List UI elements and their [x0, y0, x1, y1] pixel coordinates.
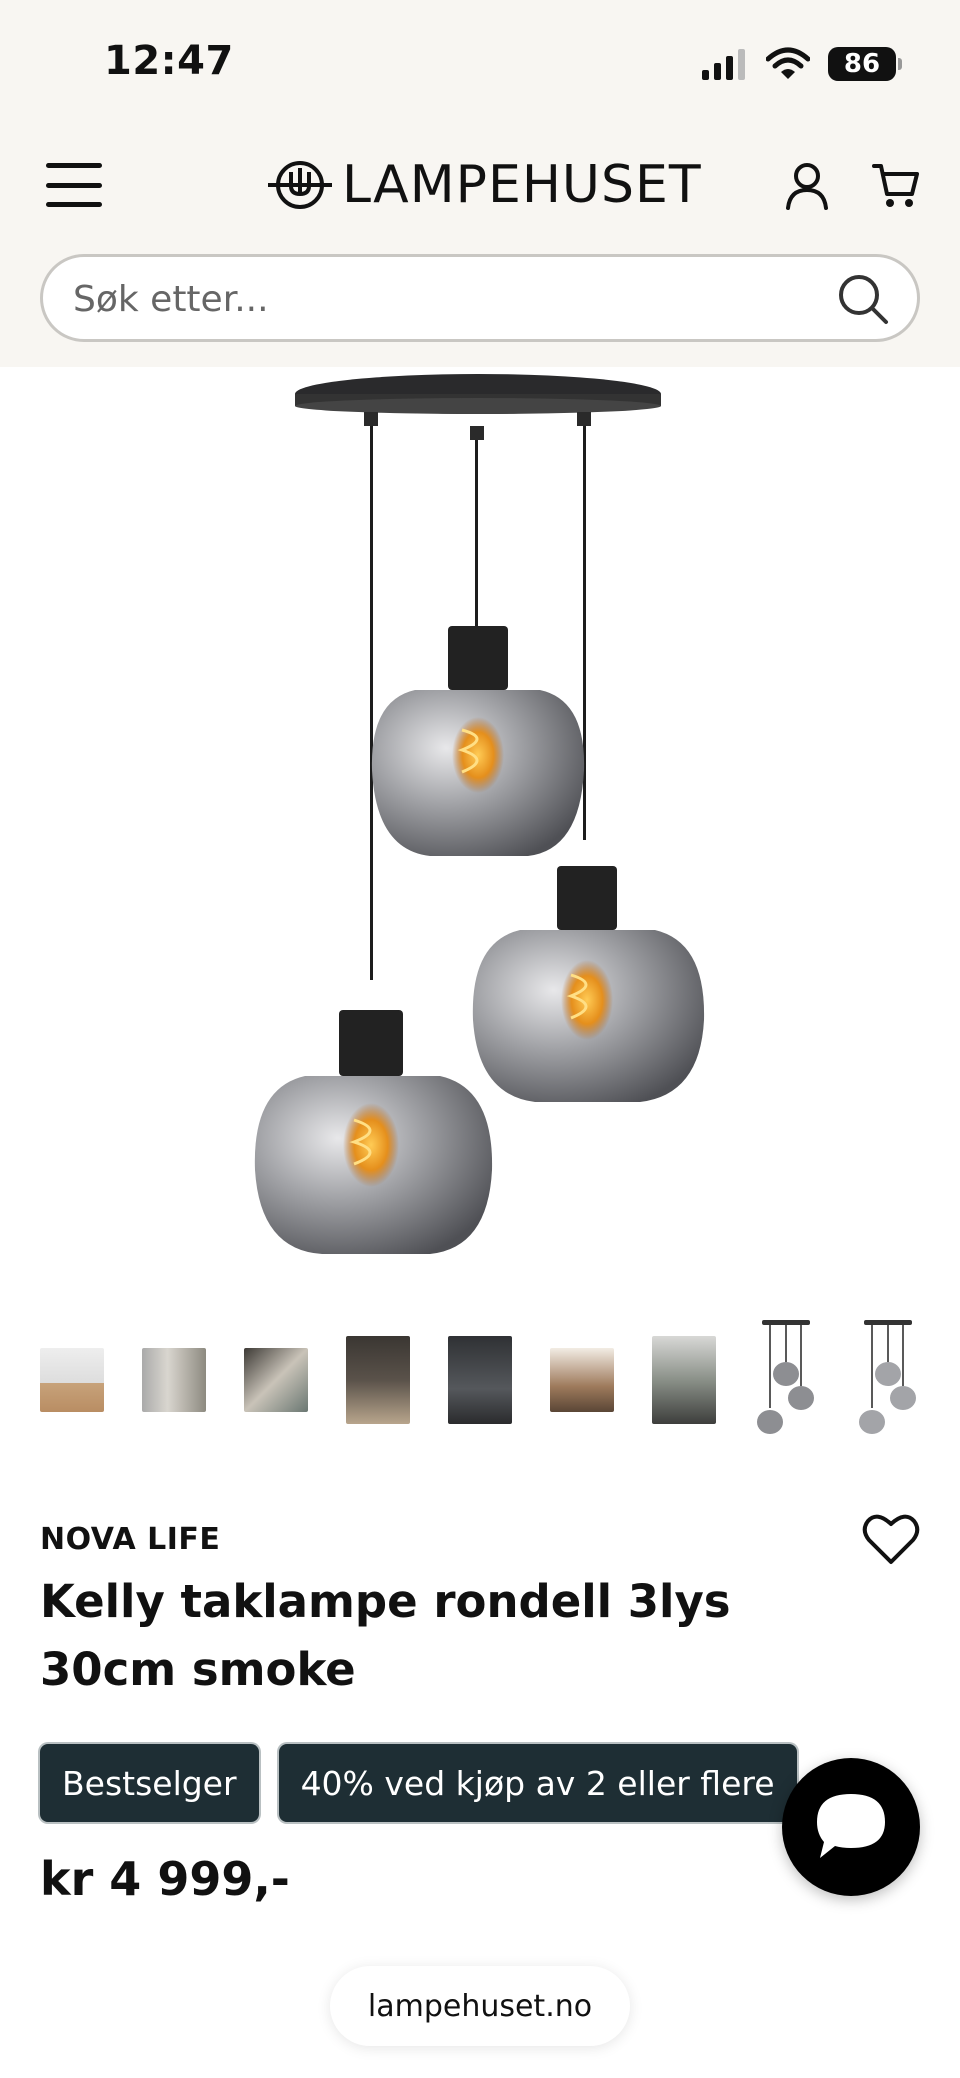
chat-icon: [817, 1794, 885, 1858]
thumbnail-8[interactable]: [754, 1318, 818, 1442]
menu-icon-line: [46, 182, 102, 188]
menu-button[interactable]: [46, 160, 102, 210]
product-main-image[interactable]: [230, 370, 730, 1270]
site-logo[interactable]: LAMPEHUSET: [268, 158, 702, 212]
wifi-icon: [766, 47, 810, 79]
product-title: Kelly taklampe rondell 3lys 30cm smoke: [40, 1575, 731, 1696]
status-time: 12:47: [104, 38, 234, 84]
logo-text: LAMPEHUSET: [342, 155, 702, 215]
product-brand[interactable]: NOVA LIFE: [40, 1522, 220, 1557]
thumbnail-1[interactable]: [40, 1348, 104, 1412]
thumbnail-5[interactable]: [448, 1336, 512, 1424]
menu-icon-line: [46, 202, 102, 207]
product-price: kr 4 999,-: [40, 1852, 290, 1906]
site-header: 12:47 86 LAMPEHUSET Søk etter...: [0, 0, 960, 367]
account-icon[interactable]: [784, 162, 830, 210]
menu-icon-line: [46, 163, 102, 168]
badge-bestseller: Bestselger: [40, 1744, 259, 1822]
thumbnail-9[interactable]: [856, 1318, 920, 1442]
thumbnail-7[interactable]: [652, 1336, 716, 1424]
status-icons: 86: [700, 44, 902, 84]
thumbnail-2[interactable]: [142, 1348, 206, 1412]
search-icon[interactable]: [837, 273, 889, 325]
browser-url-bar[interactable]: lampehuset.no: [330, 1966, 630, 2046]
logo-icon: [268, 161, 332, 209]
heart-icon[interactable]: [862, 1512, 920, 1566]
search-bar[interactable]: Søk etter...: [40, 254, 920, 342]
signal-icon: [702, 49, 745, 80]
battery-indicator: 86: [828, 47, 902, 81]
search-input[interactable]: Søk etter...: [73, 279, 269, 320]
top-navigation: LAMPEHUSET: [0, 140, 960, 230]
thumbnail-6[interactable]: [550, 1348, 614, 1412]
thumbnail-4[interactable]: [346, 1336, 410, 1424]
badge-discount: 40% ved kjøp av 2 eller flere: [278, 1744, 797, 1822]
thumbnail-strip: [40, 1318, 920, 1442]
thumbnail-3[interactable]: [244, 1348, 308, 1412]
cart-icon[interactable]: [872, 162, 920, 210]
chat-button[interactable]: [782, 1758, 920, 1896]
status-bar: 12:47 86: [0, 0, 960, 120]
product-badges: Bestselger 40% ved kjøp av 2 eller flere: [40, 1744, 797, 1822]
